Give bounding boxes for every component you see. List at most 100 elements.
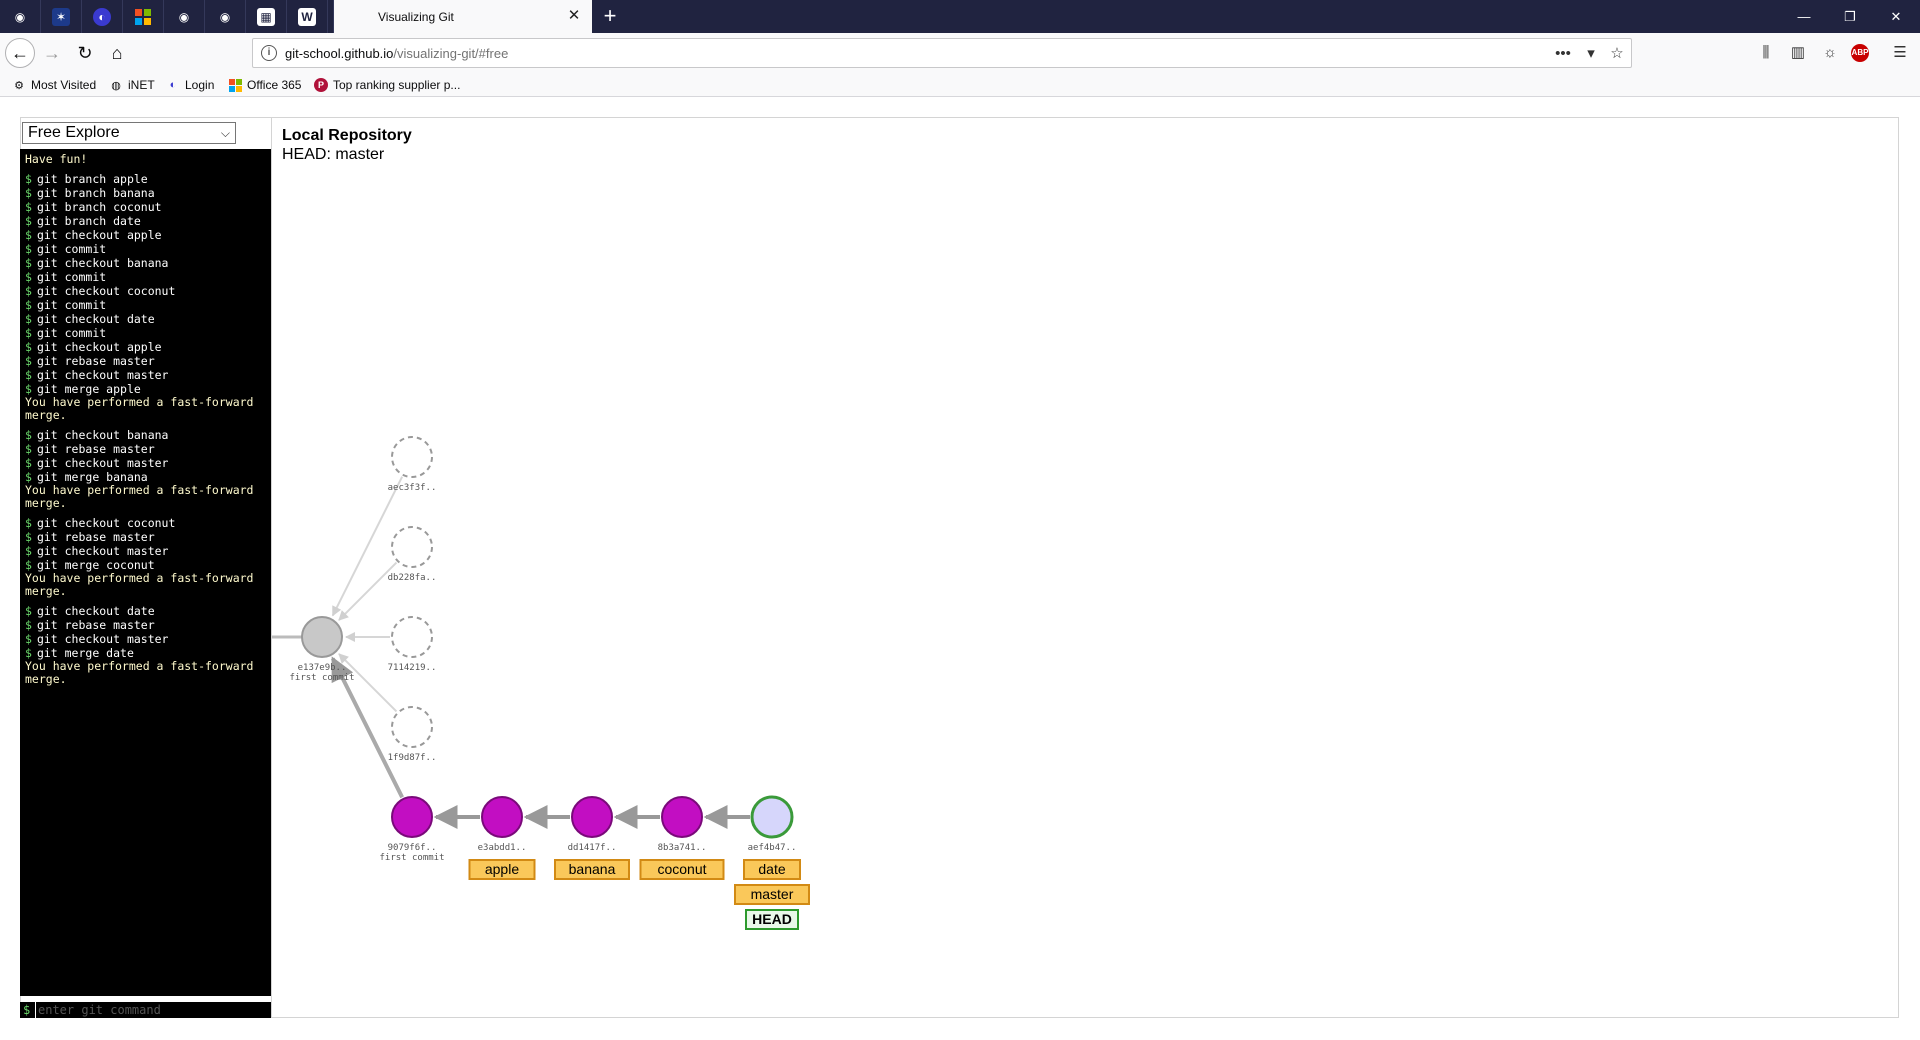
terminal-command-line: $ git merge date: [25, 646, 271, 660]
terminal-info-line: You have performed a fast-forward merge.: [25, 570, 254, 598]
adblock-icon[interactable]: ABP: [1851, 44, 1869, 62]
commit-node: [750, 795, 794, 839]
site-info-icon[interactable]: i: [261, 45, 277, 61]
command-text: git checkout coconut: [36, 283, 176, 298]
terminal-output: Have fun! $ git branch apple $ git branch ba…: [20, 149, 271, 996]
terminal-command-line: $ git checkout coconut: [25, 516, 271, 530]
page-actions-icon[interactable]: •••: [1553, 44, 1573, 64]
terminal-command-line: $ git checkout date: [25, 312, 271, 326]
commit-node: [661, 796, 703, 838]
tab-title: Visualizing Git: [378, 9, 454, 24]
branch-tag-label: banana: [569, 861, 616, 877]
terminal-command-line: $ git branch banana: [25, 186, 271, 200]
close-tab-icon[interactable]: ✕: [566, 8, 582, 24]
terminal-command-line: $ git checkout master: [25, 632, 271, 646]
tab-visualizing-git[interactable]: Visualizing Git ✕: [334, 0, 592, 33]
command-text: git merge coconut: [36, 557, 155, 572]
command-text: git checkout master: [36, 367, 169, 382]
command-text: git checkout master: [36, 455, 169, 470]
bookmark-top-ranking[interactable]: P Top ranking supplier p...: [314, 76, 460, 94]
bookmark-inet[interactable]: ◍ iNET: [109, 76, 154, 94]
prompt-symbol: $: [25, 325, 32, 340]
windows-icon: [134, 8, 152, 26]
home-icon: ⌂: [111, 42, 123, 63]
pinned-tab-2[interactable]: ✶: [41, 0, 82, 33]
library-icon[interactable]: ⫼: [1756, 43, 1776, 63]
terminal-command-line: $ git rebase master: [25, 530, 271, 544]
tab-strip: ◉ ✶ ◐ ◉ ◉ ▦ W Visualizing Git ✕ + — ❐ ✕: [0, 0, 1920, 33]
menu-icon[interactable]: ☰: [1890, 43, 1910, 63]
commit-message: first commit: [379, 853, 444, 863]
prompt-symbol: $: [25, 529, 32, 544]
command-text: git commit: [36, 297, 107, 312]
pinned-tab-8[interactable]: W: [287, 0, 328, 33]
star-app-icon: ✶: [52, 7, 70, 26]
minimize-button[interactable]: —: [1781, 0, 1827, 33]
commit-id: 9079f6f..: [388, 843, 437, 853]
home-button[interactable]: ⌂: [103, 39, 131, 67]
sidebar-icon[interactable]: ▥: [1788, 43, 1808, 63]
back-button[interactable]: ←: [5, 38, 35, 68]
commit-node-orphan: [391, 526, 433, 568]
close-window-button[interactable]: ✕: [1873, 0, 1919, 33]
back-arrow-icon: ←: [11, 42, 29, 63]
pinned-tab-7[interactable]: ▦: [246, 0, 287, 33]
commit-node: [571, 796, 613, 838]
commit-node-orphan: [391, 616, 433, 658]
calendar-icon: ▦: [257, 7, 275, 26]
pinned-tab-6[interactable]: ◉: [205, 0, 246, 33]
commit-node-orphan: [391, 706, 433, 748]
prompt-symbol: $: [25, 185, 32, 200]
terminal-command-line: $ git commit: [25, 242, 271, 256]
git-command-input[interactable]: [35, 1002, 269, 1018]
p-logo-icon: P: [314, 78, 328, 92]
url-bar[interactable]: i git-school.github.io/visualizing-git/#…: [252, 38, 1632, 68]
terminal-command-line: $ git rebase master: [25, 618, 271, 632]
command-text: git rebase master: [36, 441, 155, 456]
prompt-symbol: $: [25, 557, 32, 572]
bookmark-star-icon[interactable]: ☆: [1607, 44, 1627, 64]
terminal-command-line: $ git checkout master: [25, 544, 271, 558]
bookmarks-toolbar: ⚙ Most Visited ◍ iNET ◐ Login Office 365 PT…: [0, 73, 1920, 97]
bookmark-most-visited[interactable]: ⚙ Most Visited: [12, 76, 96, 94]
command-text: git merge banana: [36, 469, 148, 484]
forward-button[interactable]: →: [38, 39, 66, 67]
prompt-symbol: $: [25, 241, 32, 256]
w-icon: W: [298, 7, 316, 26]
command-text: git checkout apple: [36, 227, 162, 242]
pinned-tab-5[interactable]: ◉: [164, 0, 205, 33]
page: Free Explore ⌵ Have fun! $ git branch appl…: [0, 97, 1920, 1040]
command-text: git rebase master: [36, 529, 155, 544]
prompt-symbol: $: [25, 213, 32, 228]
lightbulb-icon[interactable]: ☼: [1820, 43, 1840, 63]
prompt-symbol: $: [25, 427, 32, 442]
new-tab-button[interactable]: +: [597, 5, 623, 29]
circle-app-icon: ◐: [93, 7, 111, 26]
command-text: git branch apple: [36, 171, 148, 186]
command-text: git checkout apple: [36, 339, 162, 354]
pinned-tab-4[interactable]: [123, 0, 164, 33]
bookmark-login[interactable]: ◐ Login: [166, 76, 215, 94]
prompt-symbol: $: [25, 171, 32, 186]
prompt-symbol: $: [25, 381, 32, 396]
terminal-info-line: You have performed a fast-forward merge.: [25, 482, 254, 510]
pinned-tab-3[interactable]: ◐: [82, 0, 123, 33]
scenario-select[interactable]: Free Explore ⌵: [22, 122, 236, 144]
url-text[interactable]: git-school.github.io/visualizing-git/#fr…: [285, 46, 508, 61]
command-text: git checkout master: [36, 543, 169, 558]
command-text: git commit: [36, 241, 107, 256]
prompt-symbol: $: [25, 339, 32, 354]
bookmark-office-365[interactable]: Office 365: [228, 76, 301, 94]
head-tag-label: HEAD: [752, 911, 792, 927]
prompt-symbol: $: [25, 255, 32, 270]
restore-button[interactable]: ❐: [1827, 0, 1873, 33]
pocket-icon[interactable]: ▾: [1581, 44, 1601, 64]
commit-id: db228fa..: [388, 573, 437, 583]
prompt-symbol: $: [25, 603, 32, 618]
terminal-command-line: $ git commit: [25, 326, 271, 340]
reload-button[interactable]: ↻: [71, 39, 99, 67]
pinned-tab-1[interactable]: ◉: [0, 0, 41, 33]
branch-tag-label: apple: [485, 861, 519, 877]
command-input-row: $: [20, 1002, 271, 1018]
terminal-command-line: $ git checkout master: [25, 456, 271, 470]
